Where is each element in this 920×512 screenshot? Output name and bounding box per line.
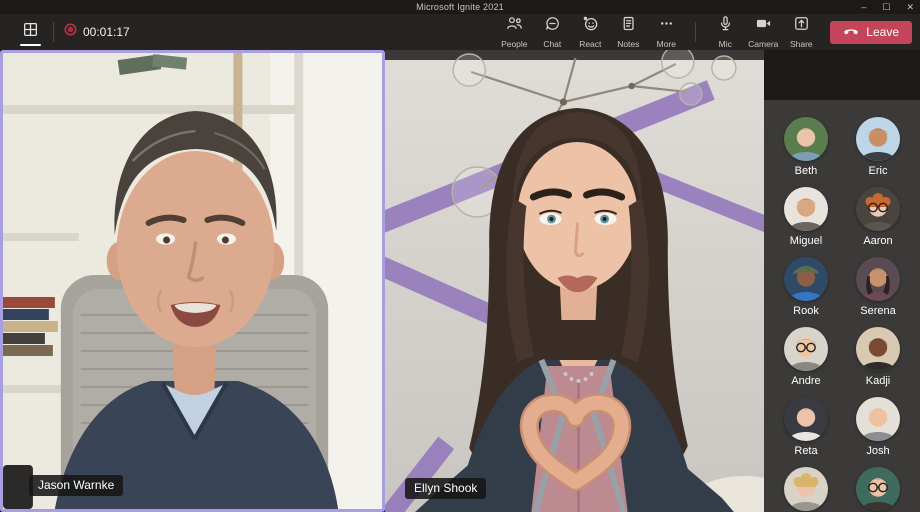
video-tile-ellyn-shook[interactable]: Ellyn Shook: [385, 50, 764, 512]
record-icon: [64, 23, 77, 41]
view-switcher-button[interactable]: [18, 14, 43, 50]
participant-tile[interactable]: Aaron: [843, 187, 913, 247]
people-button-label: People: [501, 39, 527, 49]
participant-name: Aaron: [863, 235, 892, 247]
participant-avatar-image: [856, 187, 900, 231]
avatar: [784, 187, 828, 231]
video-frame-art: [3, 53, 382, 509]
window-controls: – ☐ ✕: [861, 0, 914, 14]
more-button-label: More: [657, 39, 676, 49]
people-icon: [506, 15, 523, 37]
title-bar: Microsoft Ignite 2021 – ☐ ✕: [0, 0, 920, 14]
participant-avatar-image: [856, 397, 900, 441]
participant-name: Beth: [795, 165, 818, 177]
participant-avatar-image: [856, 257, 900, 301]
meeting-toolbar: 00:01:17 People: [0, 14, 920, 50]
leave-button-label: Leave: [866, 25, 899, 39]
participant-avatar-image: [784, 467, 828, 511]
share-button-label: Share: [790, 39, 813, 49]
avatar: [856, 467, 900, 511]
participant-tile[interactable]: Miguel: [771, 187, 841, 247]
more-button[interactable]: More: [647, 14, 685, 50]
camera-button[interactable]: Camera: [744, 14, 782, 50]
participant-nametag: Jason Warnke: [29, 475, 123, 496]
participant-name: Miguel: [790, 235, 822, 247]
avatar: [784, 117, 828, 161]
people-button[interactable]: People: [495, 14, 533, 50]
participant-tile[interactable]: Andre: [771, 327, 841, 387]
participant-name: Rook: [793, 305, 819, 317]
participant-name: Eric: [869, 165, 888, 177]
react-button-label: React: [579, 39, 601, 49]
participant-tile[interactable]: Lila: [771, 467, 841, 512]
leave-button[interactable]: Leave: [830, 21, 912, 44]
close-button[interactable]: ✕: [906, 0, 914, 14]
more-icon: [658, 15, 675, 37]
avatar: [784, 397, 828, 441]
recording-indicator: 00:01:17: [64, 23, 130, 41]
video-frame-art: [385, 50, 764, 512]
avatar: [856, 187, 900, 231]
chat-icon: [544, 15, 561, 37]
notes-icon: [620, 15, 637, 37]
participant-avatar-image: [856, 467, 900, 511]
participant-tile[interactable]: Reta: [771, 397, 841, 457]
participant-tile[interactable]: Eric: [843, 117, 913, 177]
camera-icon: [755, 15, 772, 37]
participant-avatar-image: [856, 327, 900, 371]
notes-button-label: Notes: [617, 39, 639, 49]
teams-meeting-window: Microsoft Ignite 2021 – ☐ ✕: [0, 0, 920, 512]
mic-button[interactable]: Mic: [706, 14, 744, 50]
toolbar-separator: [53, 22, 54, 42]
video-stage: Jason Warnke: [0, 50, 920, 512]
participant-avatar-image: [784, 117, 828, 161]
notes-button[interactable]: Notes: [609, 14, 647, 50]
mic-button-label: Mic: [719, 39, 732, 49]
participant-tile[interactable]: Beth: [771, 117, 841, 177]
participant-avatar-image: [784, 397, 828, 441]
avatar: [784, 257, 828, 301]
grid-view-icon: [22, 21, 39, 43]
avatar: [856, 397, 900, 441]
participant-tile[interactable]: Kadji: [843, 327, 913, 387]
minimize-button[interactable]: –: [861, 0, 866, 14]
participant-tile[interactable]: Josh: [843, 397, 913, 457]
toolbar-left-group: 00:01:17: [0, 14, 130, 50]
toolbar-right-group: People Chat: [495, 14, 920, 50]
share-button[interactable]: Share: [782, 14, 820, 50]
participant-avatar-image: [784, 327, 828, 371]
react-button[interactable]: React: [571, 14, 609, 50]
avatar: [856, 117, 900, 161]
camera-button-label: Camera: [748, 39, 778, 49]
recording-timer: 00:01:17: [83, 25, 130, 39]
participant-nametag: Ellyn Shook: [405, 478, 486, 499]
video-tile-jason-warnke[interactable]: Jason Warnke: [0, 50, 385, 512]
participant-name: Andre: [791, 375, 820, 387]
participant-name: Josh: [866, 445, 889, 457]
mic-icon: [717, 15, 734, 37]
react-icon: [582, 15, 599, 37]
avatar: [856, 327, 900, 371]
avatar: [856, 257, 900, 301]
maximize-button[interactable]: ☐: [882, 0, 890, 14]
participants-sidebar: Beth Eric Miguel Aaron: [764, 100, 920, 512]
avatar: [784, 467, 828, 511]
participant-avatar-image: [784, 257, 828, 301]
participant-name: Serena: [860, 305, 895, 317]
avatar: [784, 327, 828, 371]
chat-button[interactable]: Chat: [533, 14, 571, 50]
participant-tile[interactable]: Jessica: [843, 467, 913, 512]
participant-avatar-image: [784, 187, 828, 231]
participant-name: Reta: [794, 445, 817, 457]
chat-button-label: Chat: [543, 39, 561, 49]
share-icon: [793, 15, 810, 37]
participant-tile[interactable]: Rook: [771, 257, 841, 317]
window-title: Microsoft Ignite 2021: [416, 2, 504, 12]
hangup-icon: [843, 25, 859, 39]
toolbar-separator: [695, 22, 696, 42]
participant-name: Kadji: [866, 375, 890, 387]
participant-tile[interactable]: Serena: [843, 257, 913, 317]
view-selected-indicator: [20, 44, 41, 46]
participant-avatar-image: [856, 117, 900, 161]
